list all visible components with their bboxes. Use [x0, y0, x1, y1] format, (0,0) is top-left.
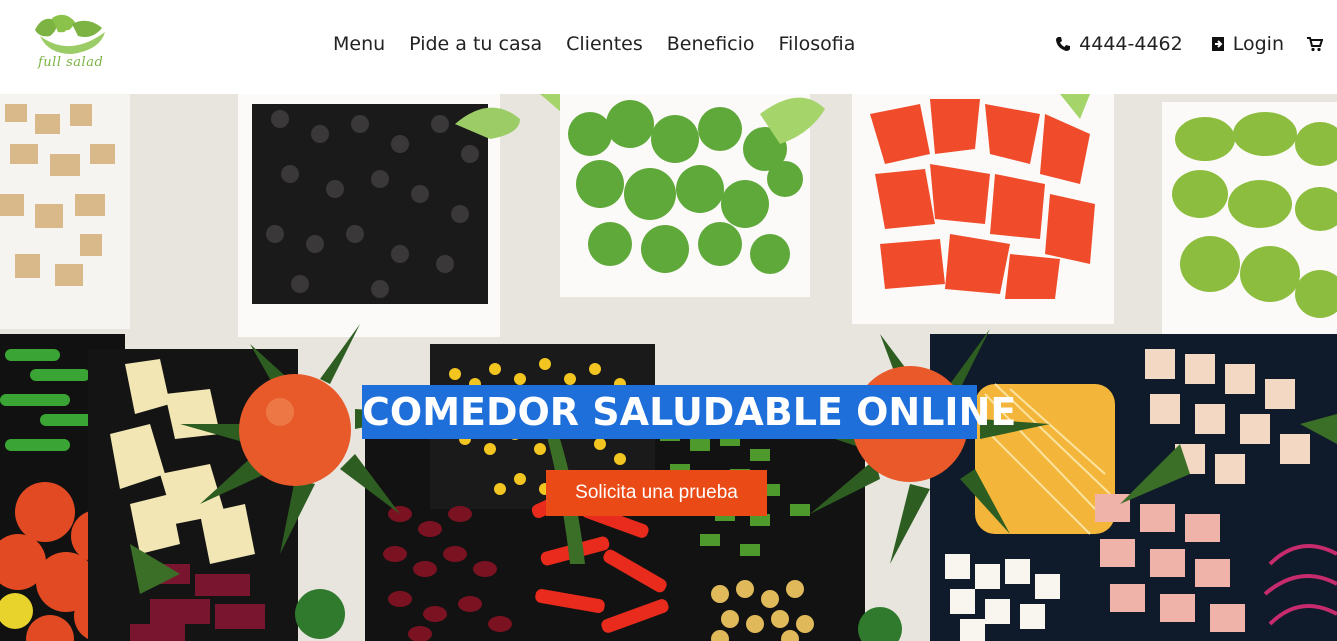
main-nav: Menu Pide a tu casa Clientes Beneficio F… — [333, 33, 879, 55]
cart-icon — [1307, 37, 1323, 52]
header-actions: 4444-4462 Login — [1055, 33, 1323, 55]
login-link[interactable]: Login — [1211, 33, 1284, 55]
login-icon — [1211, 37, 1224, 51]
request-trial-button[interactable]: Solicita una prueba — [546, 470, 767, 516]
salad-bar-photo — [0, 94, 1337, 641]
nav-item-pide-a-tu-casa[interactable]: Pide a tu casa — [409, 33, 542, 55]
nav-item-filosofia[interactable]: Filosofia — [779, 33, 856, 55]
cart-button[interactable] — [1306, 36, 1323, 52]
phone-icon — [1056, 37, 1071, 51]
phone-number: 4444-4462 — [1079, 33, 1183, 55]
logo-text: full salad — [38, 55, 104, 70]
login-label: Login — [1232, 33, 1284, 55]
hero-headline: COMEDOR SALUDABLE ONLINE — [362, 385, 1016, 439]
hero-banner: COMEDOR SALUDABLE ONLINE Solicita una pr… — [0, 94, 1337, 641]
nav-item-menu[interactable]: Menu — [333, 33, 385, 55]
nav-item-beneficio[interactable]: Beneficio — [667, 33, 755, 55]
nav-item-clientes[interactable]: Clientes — [566, 33, 643, 55]
site-header: full salad Menu Pide a tu casa Clientes … — [0, 0, 1337, 94]
phone-link[interactable]: 4444-4462 — [1055, 33, 1183, 55]
